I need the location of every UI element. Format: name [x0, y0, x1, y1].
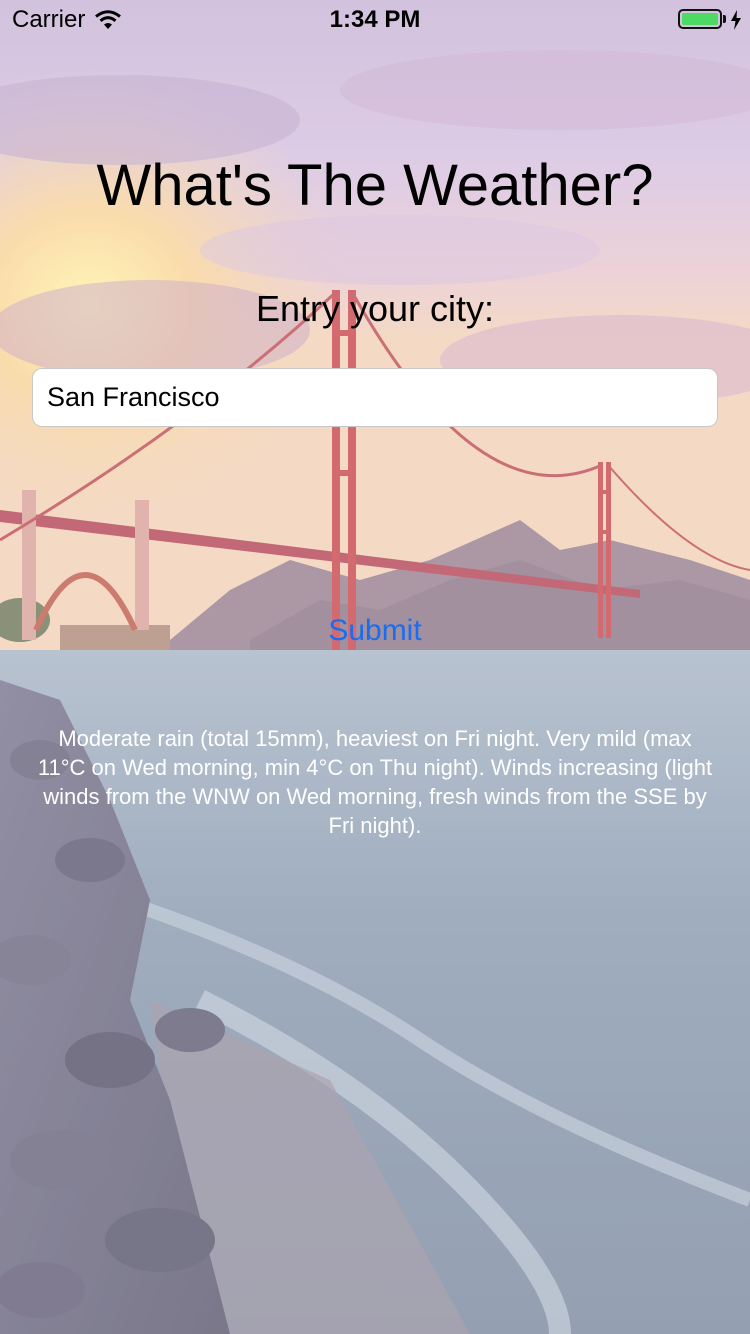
battery-indicator: [678, 9, 742, 30]
bolt-icon: [730, 9, 742, 30]
battery-icon: [678, 9, 722, 29]
page-title: What's The Weather?: [96, 153, 654, 218]
city-input[interactable]: [32, 368, 718, 427]
battery-tip: [723, 15, 726, 23]
screen: Carrier 1:34 PM What's The Weather? Entr…: [0, 0, 750, 1334]
status-bar: Carrier 1:34 PM: [0, 0, 750, 40]
city-prompt-label: Entry your city:: [255, 288, 495, 329]
status-time: 1:34 PM: [329, 6, 421, 33]
battery-level-fill: [682, 13, 718, 25]
submit-button[interactable]: Submit: [275, 608, 475, 654]
forecast-text: Moderate rain (total 15mm), heaviest on …: [37, 726, 713, 838]
